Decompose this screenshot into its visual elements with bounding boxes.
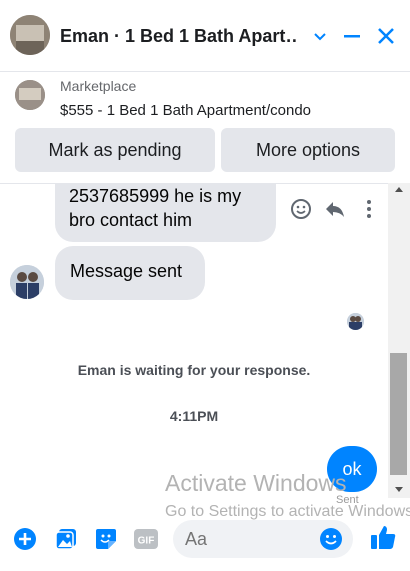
message-line: 2537685999 he is my xyxy=(69,186,242,206)
plus-icon[interactable] xyxy=(12,526,38,552)
chat-title[interactable]: Eman · 1 Bed 1 Bath Apart… xyxy=(60,26,298,47)
message-bubble: Message sent xyxy=(55,246,205,300)
like-icon[interactable] xyxy=(368,522,398,552)
seen-avatar xyxy=(347,313,364,330)
more-icon[interactable] xyxy=(356,196,382,222)
svg-text:GIF: GIF xyxy=(138,536,155,547)
scroll-thumb[interactable] xyxy=(390,353,407,475)
message-thread[interactable]: 2537685999 he is my bro contact him Mess… xyxy=(0,183,388,498)
more-options-button[interactable]: More options xyxy=(221,128,395,172)
chat-header: Eman · 1 Bed 1 Bath Apart… xyxy=(0,0,410,72)
mark-as-pending-button[interactable]: Mark as pending xyxy=(15,128,215,172)
listing-thumbnail[interactable] xyxy=(15,80,45,110)
close-icon[interactable] xyxy=(372,22,400,50)
contact-avatar[interactable] xyxy=(10,15,50,55)
message-text: Message sent xyxy=(70,261,183,281)
message-bubble: 2537685999 he is my bro contact him xyxy=(55,184,276,242)
minimize-icon[interactable] xyxy=(338,22,366,50)
sender-avatar[interactable] xyxy=(10,265,44,299)
message-line: bro contact him xyxy=(69,210,193,230)
emoji-icon[interactable] xyxy=(318,526,344,552)
marketplace-panel: Marketplace $555 - 1 Bed 1 Bath Apartmen… xyxy=(0,72,410,182)
scroll-down-arrow-icon[interactable] xyxy=(395,487,403,492)
scrollbar[interactable] xyxy=(388,183,410,498)
marketplace-label: Marketplace xyxy=(60,78,137,94)
timestamp: 4:11PM xyxy=(169,408,219,424)
sticker-icon[interactable] xyxy=(93,526,119,552)
image-icon[interactable] xyxy=(53,526,79,552)
composer: GIF xyxy=(0,516,410,571)
reply-icon[interactable] xyxy=(322,196,348,222)
listing-title[interactable]: $555 - 1 Bed 1 Bath Apartment/condo xyxy=(60,102,311,119)
waiting-notice: Eman is waiting for your response. xyxy=(77,362,311,378)
scroll-up-arrow-icon[interactable] xyxy=(395,187,403,192)
chevron-down-icon[interactable] xyxy=(306,22,334,50)
gif-icon[interactable]: GIF xyxy=(133,526,159,552)
activation-watermark-title: Activate Windows xyxy=(165,470,347,496)
emoji-icon[interactable] xyxy=(288,196,314,222)
